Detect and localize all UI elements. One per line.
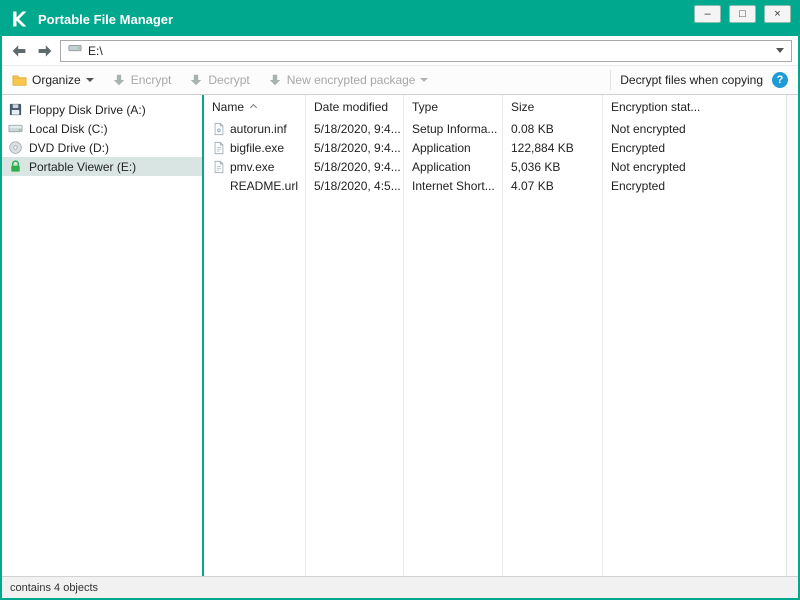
forward-button[interactable] bbox=[34, 40, 56, 62]
application-file-icon bbox=[214, 141, 224, 154]
file-row-readme-url[interactable]: README.url 5/18/2020, 4:5... Internet Sh… bbox=[204, 176, 798, 195]
new-encrypted-package-label: New encrypted package bbox=[286, 73, 416, 87]
sidebar-item-dvd-drive-d[interactable]: DVD Drive (D:) bbox=[2, 138, 202, 157]
title-bar: Portable File Manager – □ × bbox=[2, 2, 798, 36]
app-window: Portable File Manager – □ × E:\ Organize bbox=[0, 0, 800, 600]
minimize-button[interactable]: – bbox=[694, 5, 721, 23]
file-row-pmv-exe[interactable]: pmv.exe 5/18/2020, 9:4... Application 5,… bbox=[204, 157, 798, 176]
kaspersky-logo-icon bbox=[9, 9, 29, 29]
navigation-bar: E:\ bbox=[2, 36, 798, 66]
toolbar-separator bbox=[610, 70, 612, 90]
sort-ascending-icon bbox=[249, 103, 258, 112]
decrypt-button[interactable]: Decrypt bbox=[189, 73, 250, 87]
organize-button[interactable]: Organize bbox=[12, 73, 94, 88]
drives-sidebar: Floppy Disk Drive (A:) Local Disk (C:) D… bbox=[2, 95, 202, 576]
toolbar: Organize Encrypt Decrypt New encrypted p… bbox=[2, 66, 798, 95]
status-bar: contains 4 objects bbox=[2, 576, 798, 598]
drive-icon bbox=[68, 41, 82, 60]
file-list-header: Name Date modified Type Size Encryption … bbox=[204, 95, 798, 119]
organize-dropdown-icon bbox=[85, 78, 94, 82]
application-file-icon bbox=[214, 160, 224, 173]
file-list-panel: Name Date modified Type Size Encryption … bbox=[204, 95, 798, 576]
address-bar[interactable]: E:\ bbox=[60, 39, 792, 62]
maximize-button[interactable]: □ bbox=[729, 5, 756, 23]
sidebar-item-label: DVD Drive (D:) bbox=[29, 140, 109, 155]
arrow-down-icon bbox=[269, 74, 280, 86]
column-header-size[interactable]: Size bbox=[503, 100, 603, 114]
encrypt-button[interactable]: Encrypt bbox=[112, 73, 172, 87]
address-dropdown-icon[interactable] bbox=[776, 48, 784, 53]
green-lock-icon bbox=[11, 160, 20, 172]
sidebar-item-floppy-drive-a[interactable]: Floppy Disk Drive (A:) bbox=[2, 100, 202, 119]
hard-disk-icon bbox=[8, 124, 23, 133]
sidebar-item-local-disk-c[interactable]: Local Disk (C:) bbox=[2, 119, 202, 138]
column-header-type[interactable]: Type bbox=[404, 100, 503, 114]
back-button[interactable] bbox=[8, 40, 30, 62]
arrow-down-icon bbox=[191, 74, 202, 86]
new-package-dropdown-icon bbox=[420, 78, 429, 82]
column-header-date-modified[interactable]: Date modified bbox=[306, 100, 404, 114]
file-row-bigfile-exe[interactable]: bigfile.exe 5/18/2020, 9:4... Applicatio… bbox=[204, 138, 798, 157]
sidebar-item-portable-viewer-e[interactable]: Portable Viewer (E:) bbox=[2, 157, 202, 176]
back-arrow-icon bbox=[12, 44, 26, 57]
encrypt-label: Encrypt bbox=[130, 73, 172, 87]
new-encrypted-package-button[interactable]: New encrypted package bbox=[268, 73, 429, 87]
dvd-icon bbox=[9, 141, 22, 154]
file-row-autorun-inf[interactable]: autorun.inf 5/18/2020, 9:4... Setup Info… bbox=[204, 119, 798, 138]
status-text: contains 4 objects bbox=[10, 581, 99, 594]
floppy-disk-icon bbox=[9, 103, 22, 116]
forward-arrow-icon bbox=[38, 44, 52, 57]
toolbar-right-group: Decrypt files when copying ? bbox=[610, 70, 788, 90]
arrow-down-icon bbox=[113, 74, 124, 86]
decrypt-when-copying-label: Decrypt files when copying bbox=[620, 73, 763, 87]
setup-information-file-icon bbox=[214, 122, 224, 135]
column-header-name[interactable]: Name bbox=[204, 100, 306, 114]
window-title: Portable File Manager bbox=[38, 11, 174, 27]
address-text: E:\ bbox=[88, 43, 103, 58]
sidebar-item-label: Floppy Disk Drive (A:) bbox=[29, 102, 146, 117]
vertical-scrollbar[interactable] bbox=[786, 95, 798, 576]
sidebar-item-label: Local Disk (C:) bbox=[29, 121, 108, 136]
file-rows: autorun.inf 5/18/2020, 9:4... Setup Info… bbox=[204, 119, 798, 195]
folder-icon bbox=[12, 74, 27, 86]
sidebar-item-label: Portable Viewer (E:) bbox=[29, 159, 137, 174]
main-content: Floppy Disk Drive (A:) Local Disk (C:) D… bbox=[2, 95, 798, 576]
organize-label: Organize bbox=[32, 73, 81, 87]
close-button[interactable]: × bbox=[764, 5, 791, 23]
decrypt-label: Decrypt bbox=[208, 73, 250, 87]
help-icon[interactable]: ? bbox=[772, 72, 788, 88]
window-controls: – □ × bbox=[694, 5, 791, 23]
column-header-encryption-status[interactable]: Encryption stat... bbox=[603, 100, 786, 114]
